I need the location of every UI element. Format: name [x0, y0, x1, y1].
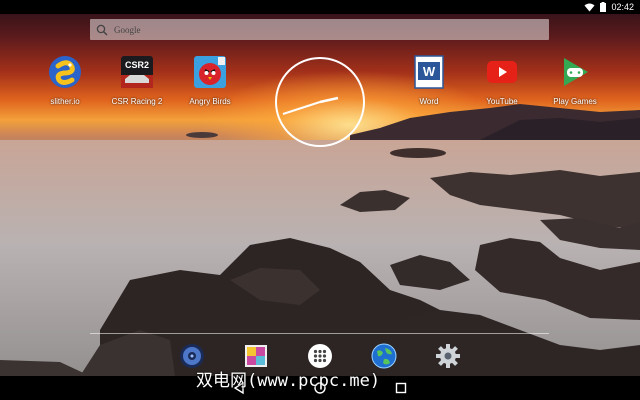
app-word[interactable]: W Word [392, 55, 466, 106]
play-games-icon [564, 58, 588, 86]
watermark-text: 双电网(www.pcpc.me) [196, 371, 381, 391]
app-label: YouTube [486, 97, 518, 106]
app-label: CSR Racing 2 [111, 97, 163, 106]
status-time: 02:42 [611, 2, 634, 12]
wifi-icon [584, 3, 595, 11]
word-badge: W [423, 64, 436, 79]
dock-divider [90, 333, 549, 334]
google-search-bar[interactable]: Google [90, 19, 549, 40]
app-label: Play Games [553, 97, 597, 106]
app-label: Angry Birds [189, 97, 231, 106]
app-play-games[interactable]: Play Games [538, 55, 612, 106]
slither-io-icon [49, 56, 81, 88]
clock-minute-hand [282, 101, 321, 115]
clock-hour-hand [319, 96, 339, 104]
search-icon [96, 24, 108, 36]
angry-birds-icon [194, 56, 226, 88]
csr-badge: CSR2 [125, 60, 149, 70]
word-icon: W [414, 55, 444, 89]
analog-clock-widget[interactable] [274, 56, 366, 148]
app-slither-io[interactable]: slither.io [28, 55, 102, 106]
app-label: Word [419, 97, 439, 106]
app-angry-birds[interactable]: Angry Birds [173, 55, 247, 106]
search-placeholder: Google [114, 24, 141, 35]
youtube-icon [487, 61, 517, 83]
csr-racing-2-icon: CSR2 [121, 56, 153, 88]
settings-gear-icon[interactable] [435, 343, 461, 369]
app-csr-racing-2[interactable]: CSR2 CSR Racing 2 [100, 55, 174, 106]
app-youtube[interactable]: YouTube [465, 55, 539, 106]
recents-icon[interactable] [394, 381, 408, 395]
battery-icon [600, 2, 607, 12]
app-label: slither.io [50, 97, 80, 106]
status-icons: 02:42 [584, 0, 634, 14]
status-bar: 02:42 [0, 0, 640, 14]
